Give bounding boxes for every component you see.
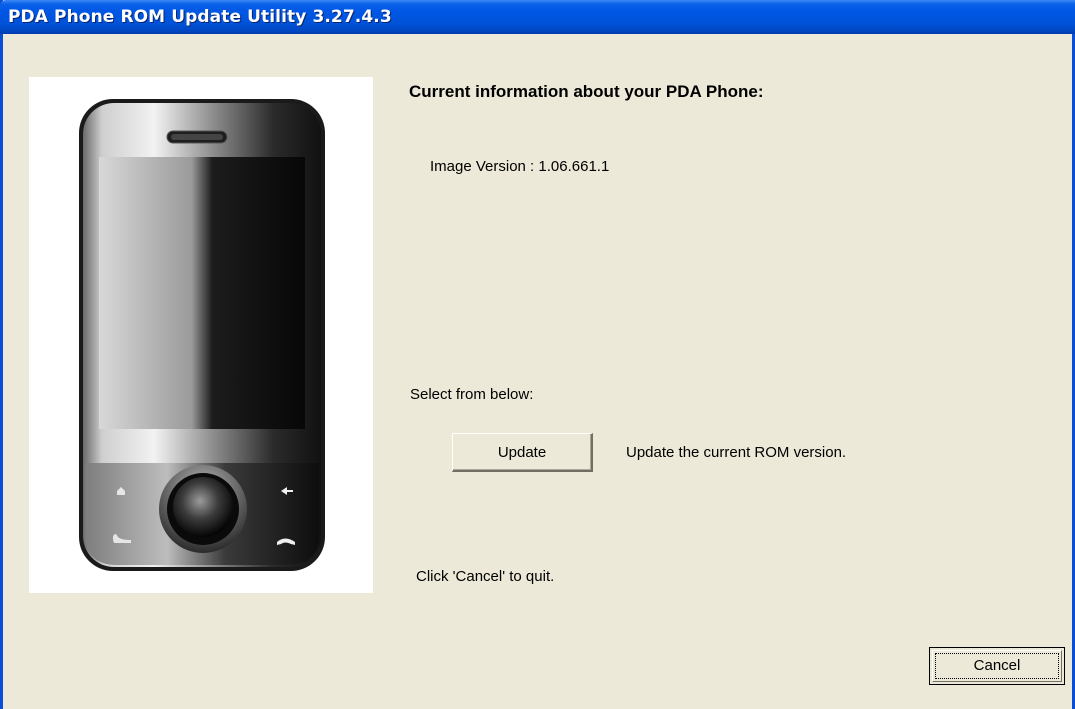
update-button[interactable]: Update bbox=[452, 433, 593, 472]
rom-update-window: PDA Phone ROM Update Utility 3.27.4.3 Cu… bbox=[0, 0, 1075, 709]
cancel-hint-text: Click 'Cancel' to quit. bbox=[416, 568, 555, 585]
update-description: Update the current ROM version. bbox=[626, 444, 847, 461]
current-info-heading: Current information about your PDA Phone… bbox=[409, 82, 764, 101]
pda-phone-illustration bbox=[79, 99, 325, 571]
title-bar[interactable]: PDA Phone ROM Update Utility 3.27.4.3 bbox=[0, 0, 1075, 34]
dialog-client-area: Current information about your PDA Phone… bbox=[3, 34, 1072, 709]
window-title: PDA Phone ROM Update Utility 3.27.4.3 bbox=[8, 7, 392, 27]
select-label: Select from below: bbox=[410, 386, 534, 403]
cancel-button[interactable]: Cancel bbox=[929, 647, 1065, 685]
phone-image-panel bbox=[29, 77, 373, 593]
image-version-text: Image Version : 1.06.661.1 bbox=[430, 158, 610, 175]
cancel-button-label: Cancel bbox=[932, 650, 1062, 682]
